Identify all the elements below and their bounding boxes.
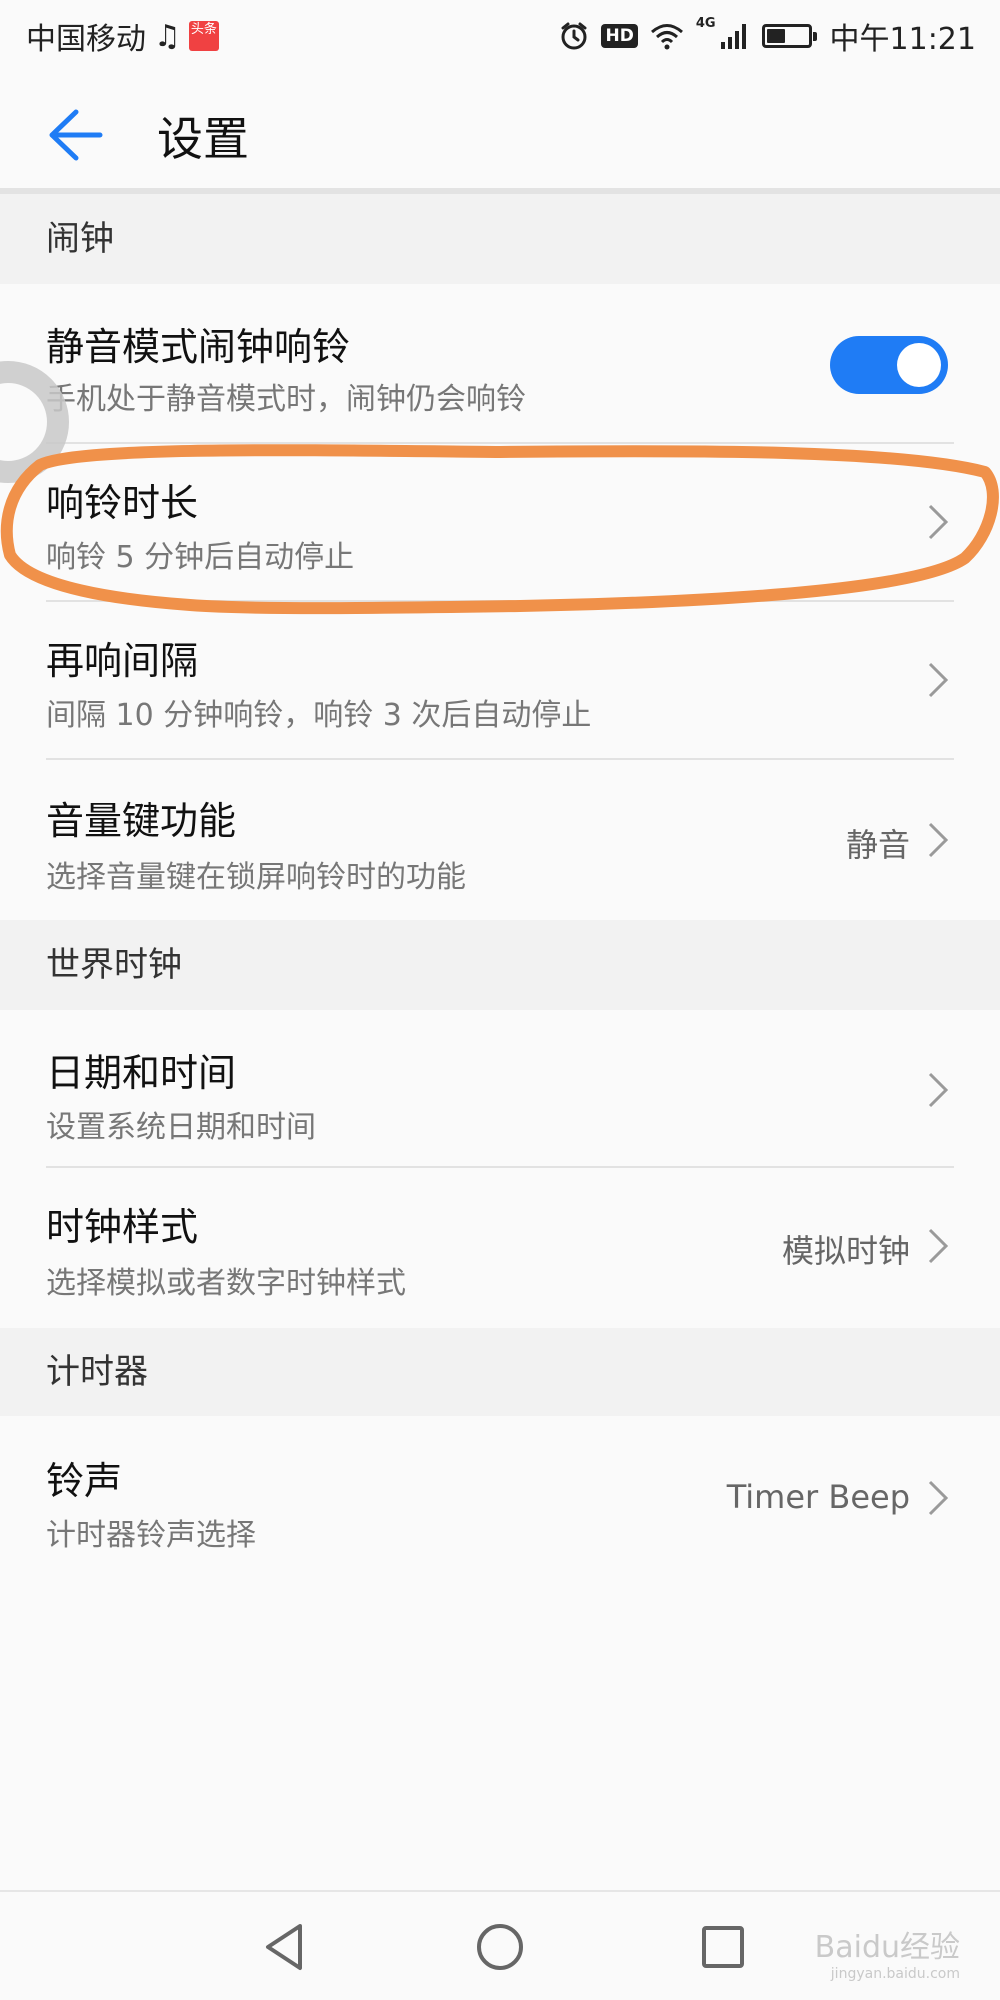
page-title: 设置 [157,112,249,166]
timer-ringtone-row[interactable]: 铃声 计时器铃声选择 Timer Beep [0,1416,1000,1576]
row-title: 日期和时间 [46,1051,237,1095]
toutiao-app-icon: 头条 [188,21,219,51]
row-title: 再响间隔 [46,639,199,683]
snooze-interval-row[interactable]: 再响间隔 间隔 10 分钟响铃，响铃 3 次后自动停止 [0,602,1000,758]
row-subtitle: 计时器铃声选择 [46,1518,256,1553]
row-value: 静音 [845,826,910,864]
chevron-right-icon [928,504,949,540]
row-subtitle: 设置系统日期和时间 [46,1110,316,1145]
chevron-right-icon [928,1480,949,1516]
row-value: 模拟时钟 [781,1232,910,1270]
row-subtitle: 响铃 5 分钟后自动停止 [46,540,355,575]
section-header-timer: 计时器 [0,1328,1000,1416]
section-header-world-clock: 世界时钟 [0,920,1000,1010]
recents-square-icon[interactable] [688,1912,758,1982]
row-subtitle: 选择模拟或者数字时钟样式 [46,1266,406,1301]
back-triangle-icon[interactable] [250,1912,320,1982]
alarm-settings-group: 静音模式闹钟响铃 手机处于静音模式时，闹钟仍会响铃 响铃时长 响铃 5 分钟后自… [0,284,1000,920]
row-subtitle: 选择音量键在锁屏响铃时的功能 [46,860,466,895]
toggle-knob [897,343,941,387]
baidu-jingyan-watermark: Baidu经验 jingyan.baidu.com [815,1922,960,1982]
battery-icon [761,24,817,48]
world-clock-settings-group: 日期和时间 设置系统日期和时间 时钟样式 选择模拟或者数字时钟样式 模拟时钟 [0,1010,1000,1328]
watermark-url: jingyan.baidu.com [830,1966,960,1982]
date-and-time-row[interactable]: 日期和时间 设置系统日期和时间 [0,1010,1000,1166]
row-subtitle: 手机处于静音模式时，闹钟仍会响铃 [46,382,526,417]
hd-voice-badge: HD [601,24,638,48]
volume-key-function-row[interactable]: 音量键功能 选择音量键在锁屏响铃时的功能 静音 [0,760,1000,920]
watermark-brand: Baidu经验 [814,1930,960,1965]
ring-duration-row[interactable]: 响铃时长 响铃 5 分钟后自动停止 [0,444,1000,600]
carrier-label: 中国移动 [26,22,146,57]
row-title: 响铃时长 [46,481,199,525]
alarm-clock-icon [561,22,587,50]
home-circle-icon[interactable] [465,1912,535,1982]
chevron-right-icon [928,1072,949,1108]
back-arrow-icon[interactable] [40,100,110,170]
row-value: Timer Beep [726,1478,910,1516]
wifi-icon [650,24,683,50]
silent-mode-alarm-toggle[interactable] [830,336,948,394]
chevron-right-icon [928,1228,949,1264]
timer-settings-group: 铃声 计时器铃声选择 Timer Beep [0,1416,1000,1576]
silent-mode-alarm-row[interactable]: 静音模式闹钟响铃 手机处于静音模式时，闹钟仍会响铃 [0,284,1000,442]
signal-icon [720,24,746,49]
status-bar: 中国移动 ♫ 头条 HD 4G 中午11:21 [0,0,1000,70]
row-title: 铃声 [46,1459,123,1503]
chevron-right-icon [928,822,949,858]
row-title: 静音模式闹钟响铃 [46,325,351,369]
row-title: 音量键功能 [46,799,237,843]
app-bar: 设置 [0,70,1000,194]
music-note-icon: ♫ [154,18,181,54]
row-subtitle: 间隔 10 分钟响铃，响铃 3 次后自动停止 [46,698,592,733]
clock-time: 中午11:21 [829,22,976,57]
chevron-right-icon [928,662,949,698]
section-header-alarm: 闹钟 [0,194,1000,284]
row-title: 时钟样式 [46,1205,199,1249]
network-type-label: 4G [695,16,716,31]
system-navigation-bar: Baidu经验 jingyan.baidu.com [0,1890,1000,2000]
clock-style-row[interactable]: 时钟样式 选择模拟或者数字时钟样式 模拟时钟 [0,1168,1000,1328]
